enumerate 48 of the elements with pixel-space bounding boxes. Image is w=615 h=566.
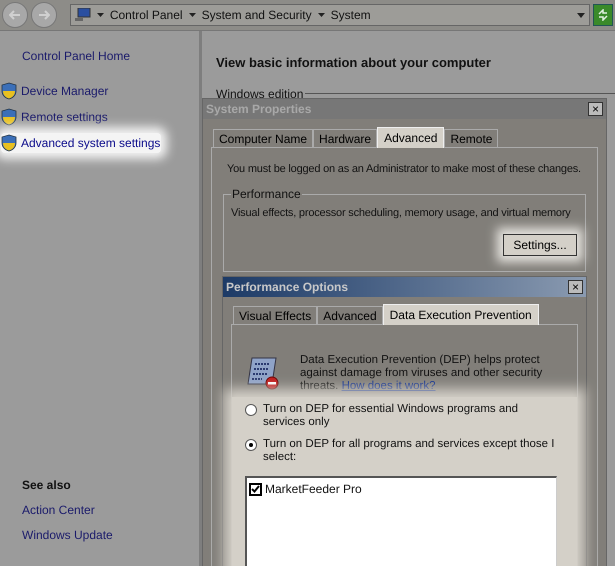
see-also-heading: See also (22, 477, 72, 494)
sidebar-link[interactable]: Advanced system settings (1, 133, 161, 153)
section-heading: Windows edition (216, 86, 304, 102)
caret-icon[interactable] (188, 13, 196, 17)
caret-icon[interactable] (318, 13, 325, 17)
settings-button[interactable]: Settings... (503, 234, 577, 256)
right-arrow-icon (38, 10, 50, 20)
page-heading: View basic information about your computer (216, 54, 492, 72)
forward-button[interactable] (30, 2, 57, 28)
dep-description: Data Execution Prevention (DEP) helps protect against damage from viruses and other security threats. How does it work? (300, 354, 544, 393)
shield-icon (1, 108, 17, 126)
address-field[interactable]: Control Panel System and Security System (70, 4, 590, 26)
tab[interactable]: Advanced (317, 306, 383, 324)
refresh-icon (597, 9, 610, 21)
radio-button[interactable] (245, 439, 257, 451)
left-arrow-icon (8, 10, 21, 20)
dropdown-icon[interactable] (577, 12, 586, 18)
radio-label: Turn on DEP for all programs and services except those I select: (263, 438, 556, 464)
description-text: Visual effects, processor scheduling, memory usage, and virtual memory (231, 206, 572, 220)
radio-button[interactable] (245, 404, 257, 416)
notice-text: You must be logged on as an Administrator to make most of these changes. (227, 162, 582, 177)
shield-icon (1, 82, 17, 100)
tab[interactable]: Advanced (377, 127, 444, 148)
breadcrumb[interactable]: System and Security (202, 6, 312, 24)
computer-icon (74, 8, 91, 22)
program-name: MarketFeeder Pro (265, 481, 362, 498)
sidebar-link[interactable]: Windows Update (22, 526, 113, 544)
close-button[interactable]: × (588, 102, 603, 116)
refresh-button[interactable] (593, 4, 614, 26)
tab[interactable]: Remote (444, 129, 498, 147)
shield-icon (1, 134, 17, 152)
breadcrumb[interactable]: System (330, 6, 371, 24)
radio-label: Turn on DEP for essential Windows programs and services only (263, 403, 520, 429)
back-button[interactable] (2, 2, 28, 28)
sidebar-link[interactable]: Remote settings (1, 107, 108, 127)
tab[interactable]: Computer Name (213, 129, 314, 147)
checkbox[interactable] (249, 482, 262, 496)
caret-icon[interactable] (96, 13, 104, 17)
group-title: Performance (231, 186, 302, 200)
tab[interactable]: Data Execution Prevention (382, 304, 539, 325)
close-button[interactable]: × (568, 280, 583, 294)
breadcrumb[interactable]: Control Panel (110, 6, 183, 24)
home-link[interactable]: Control Panel Home (22, 47, 130, 65)
tab[interactable]: Visual Effects (233, 306, 318, 324)
sidebar-link[interactable]: Action Center (22, 501, 95, 519)
window-title: Performance Options (226, 279, 348, 296)
tab[interactable]: Hardware (313, 129, 378, 147)
sidebar-link[interactable]: Device Manager (1, 81, 108, 101)
